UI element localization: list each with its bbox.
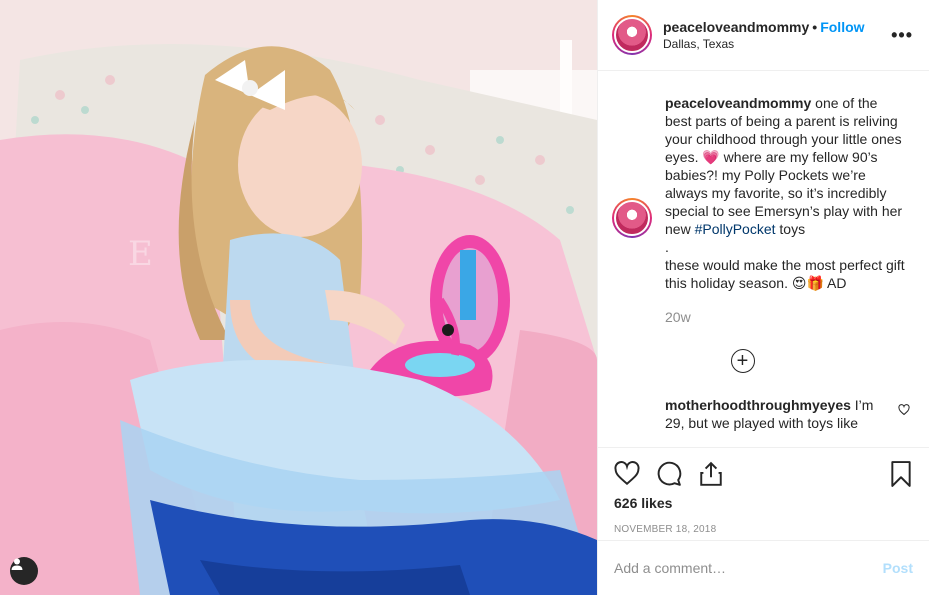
- comment-body: motherhoodthroughmyeyes I’m 29, but we p…: [665, 396, 890, 432]
- comment-like-heart-icon[interactable]: [898, 404, 910, 416]
- save-button[interactable]: [889, 461, 913, 487]
- caption-line-final: these would make the most perfect gift t…: [665, 257, 905, 291]
- likes-count[interactable]: 626 likes: [614, 495, 913, 511]
- caption-line-dot: .: [665, 239, 669, 255]
- author-avatar[interactable]: [612, 15, 652, 55]
- caption-avatar[interactable]: [612, 198, 652, 238]
- share-button[interactable]: [698, 461, 724, 487]
- comment-item: motherhoodthroughmyeyes I’m 29, but we p…: [612, 396, 913, 432]
- post-location[interactable]: Dallas, Texas: [663, 36, 891, 52]
- post-date: NOVEMBER 18, 2018: [614, 524, 717, 535]
- add-comment-input[interactable]: [614, 560, 883, 576]
- comments-section[interactable]: peaceloveandmommy one of the best parts …: [598, 72, 929, 447]
- separator-dot: •: [812, 19, 818, 35]
- post-side-panel: peaceloveandmommy • Follow Dallas, Texas •…: [597, 0, 929, 595]
- user-tag-icon: [11, 558, 23, 570]
- comment-button[interactable]: [656, 461, 682, 487]
- caption-text: one of the best parts of being a parent …: [665, 95, 903, 237]
- author-info: peaceloveandmommy • Follow Dallas, Texas: [663, 18, 891, 52]
- photo-illustration: E: [0, 0, 597, 595]
- plus-circle-icon[interactable]: +: [730, 349, 755, 373]
- caption-username[interactable]: peaceloveandmommy: [665, 95, 811, 111]
- share-icon: [700, 461, 722, 486]
- post-header: peaceloveandmommy • Follow Dallas, Texas •…: [598, 0, 929, 71]
- instagram-post: E peaceloveandmommy • Follow Dallas, Tex…: [0, 0, 929, 595]
- post-photo[interactable]: E: [0, 0, 597, 595]
- comment-icon: [657, 461, 682, 486]
- heart-icon: [614, 461, 640, 486]
- author-username[interactable]: peaceloveandmommy: [663, 19, 809, 35]
- caption-time-ago: 20w: [665, 309, 691, 325]
- follow-button[interactable]: Follow: [820, 19, 864, 35]
- bookmark-icon: [891, 461, 911, 487]
- post-caption: peaceloveandmommy one of the best parts …: [612, 94, 913, 326]
- like-button[interactable]: [614, 461, 640, 487]
- add-comment-bar: Post: [598, 540, 929, 595]
- post-comment-button[interactable]: Post: [883, 560, 913, 576]
- action-bar: [614, 448, 913, 500]
- load-more-comments[interactable]: +: [598, 349, 913, 373]
- svg-text:E: E: [128, 234, 153, 274]
- comment-username[interactable]: motherhoodthroughmyeyes: [665, 397, 851, 413]
- tagged-users-button[interactable]: [10, 557, 38, 585]
- post-actions-area: 626 likes NOVEMBER 18, 2018: [598, 447, 929, 535]
- caption-hashtag[interactable]: #PollyPocket: [695, 221, 776, 237]
- caption-body: peaceloveandmommy one of the best parts …: [665, 94, 905, 326]
- caption-text-continued: toys: [775, 221, 806, 237]
- more-options-icon[interactable]: •••: [891, 26, 913, 44]
